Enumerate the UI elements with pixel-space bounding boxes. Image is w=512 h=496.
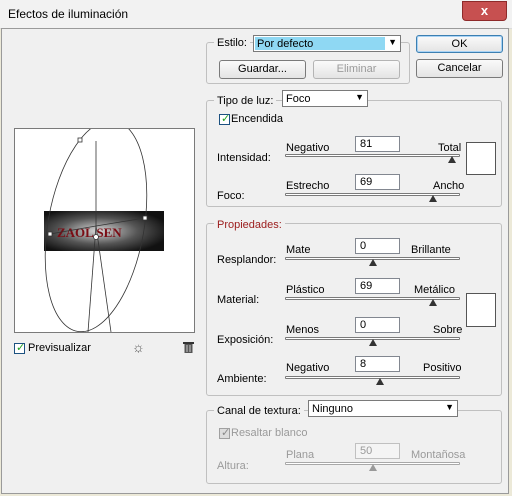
height-max-label: Montañosa	[411, 449, 466, 461]
intensity-slider-track[interactable]	[285, 154, 460, 157]
preview-label: Previsualizar	[28, 342, 91, 354]
focus-slider-thumb[interactable]	[428, 195, 437, 202]
close-button[interactable]: x	[462, 1, 507, 21]
height-slider-thumb[interactable]	[368, 464, 377, 471]
light-ellipse[interactable]: ZAOL SEN	[15, 129, 194, 332]
white-high-checkbox[interactable]: ✓	[219, 427, 230, 439]
intensity-label: Intensidad:	[217, 152, 271, 164]
texture-channel-value: Ninguno	[312, 403, 353, 415]
intensity-min-label: Negativo	[286, 142, 330, 154]
gloss-value-field[interactable]: 0	[355, 238, 400, 254]
trash-icon[interactable]	[183, 341, 194, 353]
material-max-label: Metálico	[414, 284, 455, 296]
chevron-down-icon: ▼	[445, 402, 454, 412]
intensity-slider-thumb[interactable]	[448, 156, 457, 163]
exposure-max-label: Sobre	[433, 324, 463, 336]
gloss-max-label: Brillante	[411, 244, 451, 256]
material-slider-thumb[interactable]	[428, 299, 437, 306]
delete-button[interactable]: Eliminar	[313, 60, 400, 79]
texture-group	[206, 410, 502, 484]
material-min-label: Plástico	[286, 284, 325, 296]
focus-min-label: Estrecho	[286, 180, 330, 192]
light-type-dropdown[interactable]: Foco ▼	[282, 90, 368, 107]
new-light-icon[interactable]: ☼	[132, 339, 145, 355]
white-high-label: Resaltar blanco	[231, 427, 308, 439]
window-title: Efectos de iluminación	[8, 7, 129, 21]
ambience-slider-track[interactable]	[285, 376, 460, 379]
height-min-label: Plana	[286, 449, 315, 461]
light-on-label: Encendida	[231, 113, 283, 125]
style-dropdown[interactable]: Por defecto ▼	[253, 35, 401, 52]
style-value: Por defecto	[257, 38, 314, 50]
ambience-max-label: Positivo	[423, 362, 462, 374]
ambience-label: Ambiente:	[217, 373, 267, 385]
height-value-field[interactable]: 50	[355, 443, 400, 459]
intensity-value-field[interactable]: 81	[355, 136, 400, 152]
texture-channel-label: Canal de textura:	[214, 405, 304, 417]
focus-label: Foco:	[217, 190, 245, 202]
ambience-slider-thumb[interactable]	[375, 378, 384, 385]
preview-canvas[interactable]: ZAOL SEN	[14, 128, 195, 333]
intensity-max-label: Total	[438, 142, 462, 154]
exposure-slider-thumb[interactable]	[368, 339, 377, 346]
light-on-checkbox[interactable]: ✓	[219, 113, 230, 125]
exposure-min-label: Menos	[286, 324, 320, 336]
cancel-button[interactable]: Cancelar	[416, 59, 503, 78]
ambient-color-swatch[interactable]	[466, 293, 496, 327]
material-value-field[interactable]: 69	[355, 278, 400, 294]
ambience-value-field[interactable]: 8	[355, 356, 400, 372]
gloss-label: Resplandor:	[217, 254, 277, 266]
focus-max-label: Ancho	[433, 180, 465, 192]
ok-button[interactable]: OK	[416, 35, 503, 53]
properties-label: Propiedades:	[214, 219, 285, 231]
focus-value-field[interactable]: 69	[355, 174, 400, 190]
preview-checkbox[interactable]: ✓	[14, 342, 25, 354]
light-color-swatch[interactable]	[466, 142, 496, 175]
chevron-down-icon: ▼	[355, 92, 364, 102]
material-label: Material:	[217, 294, 260, 306]
exposure-label: Exposición:	[217, 334, 274, 346]
gloss-min-label: Mate	[286, 244, 311, 256]
texture-channel-dropdown[interactable]: Ninguno ▼	[308, 400, 458, 417]
light-type-value: Foco	[286, 93, 311, 105]
ambience-min-label: Negativo	[286, 362, 330, 374]
chevron-down-icon: ▼	[388, 37, 397, 47]
exposure-value-field[interactable]: 0	[355, 317, 400, 333]
height-label: Altura:	[217, 460, 249, 472]
style-label: Estilo:	[214, 37, 250, 49]
gloss-slider-thumb[interactable]	[368, 259, 377, 266]
light-type-label: Tipo de luz:	[214, 95, 277, 107]
save-button[interactable]: Guardar...	[219, 60, 306, 79]
